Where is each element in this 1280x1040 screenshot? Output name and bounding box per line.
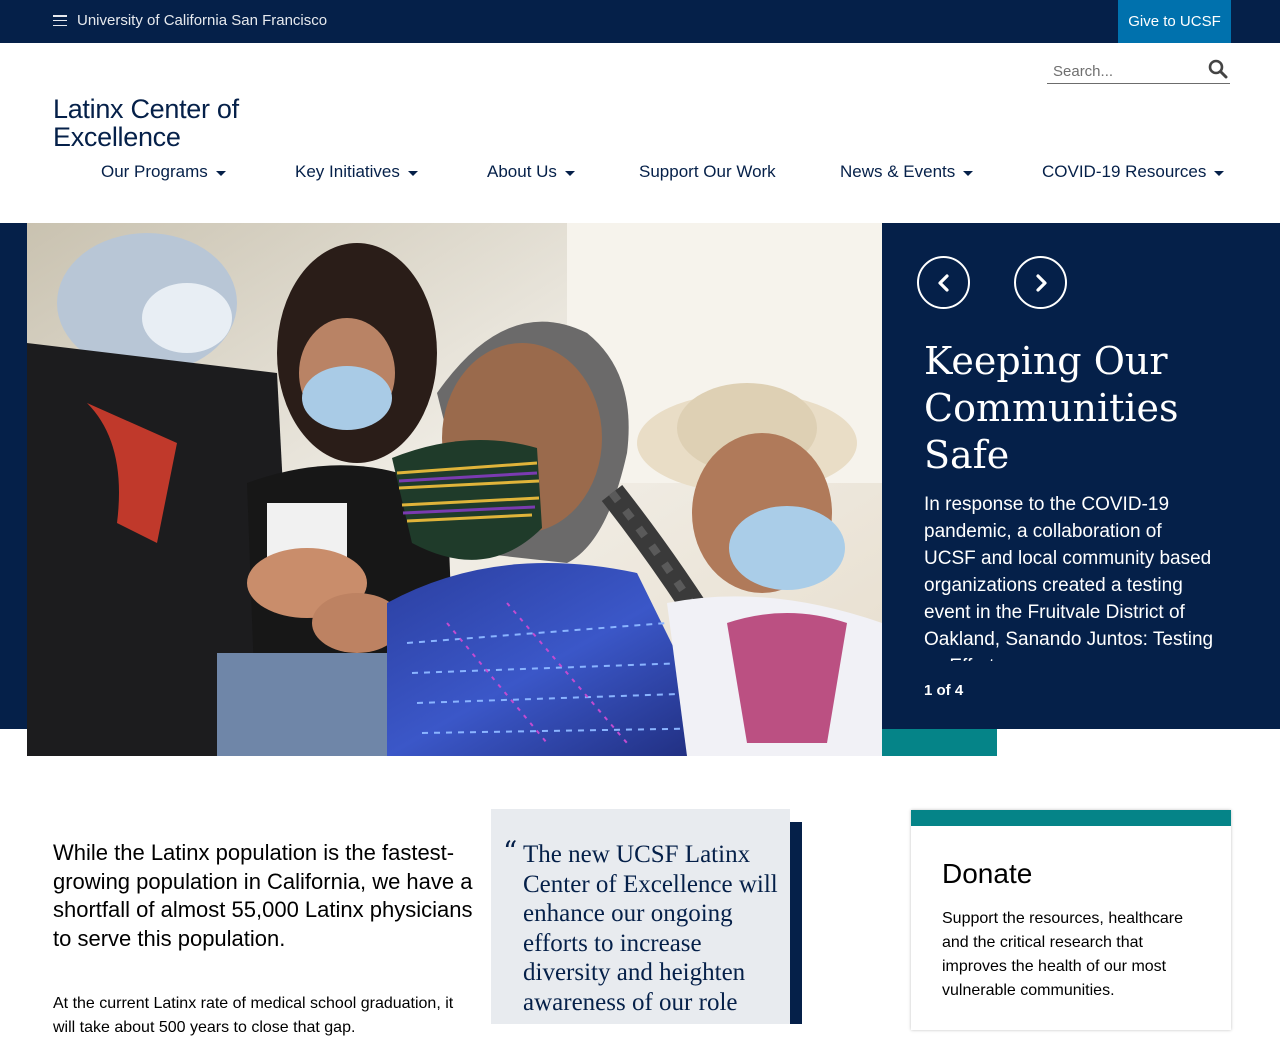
- slider-prev-button[interactable]: [917, 256, 970, 309]
- search-icon[interactable]: [1208, 59, 1228, 79]
- nav-item-our-programs[interactable]: Our Programs: [101, 158, 226, 186]
- nav-item-label: News & Events: [840, 162, 956, 181]
- donate-card-accent: [911, 810, 1231, 826]
- quote-shadow-bar: [790, 822, 802, 1024]
- nav-item-label: About Us: [487, 162, 557, 181]
- hero-photo: [27, 223, 882, 756]
- nav-item-about-us[interactable]: About Us: [487, 158, 575, 186]
- chevron-right-icon: [1035, 273, 1047, 292]
- main-navigation: Our Programs Key Initiatives About Us Su…: [0, 158, 1280, 186]
- nav-item-label: Support Our Work: [639, 162, 776, 181]
- caret-down-icon: [215, 171, 226, 176]
- quote-mark-icon: “: [503, 835, 518, 868]
- intro-body-text: At the current Latinx rate of medical sc…: [53, 995, 454, 1036]
- caret-down-icon: [407, 171, 418, 176]
- university-menu-link[interactable]: University of California San Francisco: [53, 12, 327, 29]
- hero-photo-illustration: [27, 223, 882, 756]
- search-input[interactable]: [1047, 58, 1197, 80]
- nav-item-covid-resources[interactable]: COVID-19 Resources: [1042, 158, 1225, 186]
- university-name: University of California San Francisco: [77, 12, 328, 29]
- search-box: [1047, 55, 1230, 84]
- slider-next-button[interactable]: [1014, 256, 1067, 309]
- site-title[interactable]: Latinx Center of Excellence: [53, 95, 283, 151]
- intro-lead-text: While the Latinx population is the faste…: [53, 840, 473, 951]
- hamburger-menu-icon[interactable]: [53, 15, 67, 26]
- caret-down-icon: [1214, 171, 1225, 176]
- donate-title: Donate: [942, 858, 1033, 889]
- nav-item-label: Key Initiatives: [295, 162, 400, 181]
- slide-description: In response to the COVID-19 pandemic, a …: [924, 494, 1214, 661]
- teal-accent-bar: [882, 729, 997, 756]
- caret-down-icon: [963, 171, 974, 176]
- nav-item-key-initiatives[interactable]: Key Initiatives: [295, 158, 418, 186]
- nav-item-label: COVID-19 Resources: [1042, 162, 1207, 181]
- caret-down-icon: [564, 171, 575, 176]
- nav-item-label: Our Programs: [101, 162, 208, 181]
- give-to-ucsf-button[interactable]: Give to UCSF: [1118, 0, 1231, 43]
- slide-counter: 1 of 4: [924, 682, 964, 699]
- nav-item-news-events[interactable]: News & Events: [840, 158, 974, 186]
- top-bar: University of California San Francisco G…: [0, 0, 1280, 43]
- donate-description: Support the resources, healthcare and th…: [942, 910, 1184, 999]
- chevron-left-icon: [937, 273, 949, 292]
- donate-card[interactable]: Donate Support the resources, healthcare…: [911, 810, 1231, 1030]
- quote-text: The new UCSF Latinx Center of Excellence…: [523, 841, 778, 1016]
- slide-title[interactable]: Keeping Our Communities Safe: [924, 338, 1224, 479]
- nav-item-support-our-work[interactable]: Support Our Work: [639, 158, 776, 186]
